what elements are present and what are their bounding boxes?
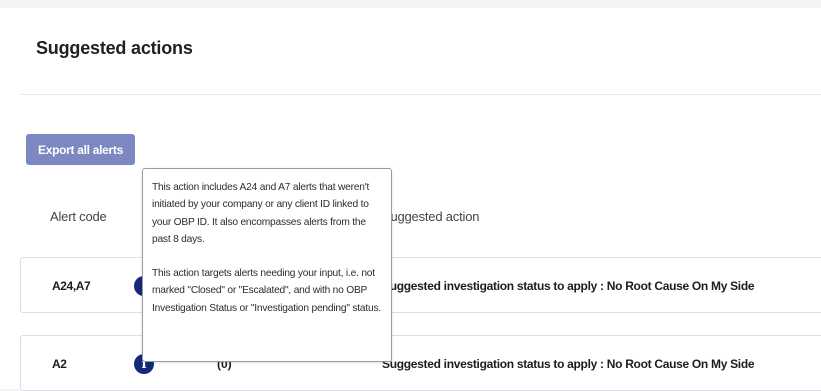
column-header-suggested-action: Suggested action — [382, 209, 480, 224]
divider — [20, 94, 821, 95]
alert-code: A2 — [52, 357, 67, 371]
info-tooltip: This action includes A24 and A7 alerts t… — [142, 168, 392, 362]
table-row: A2 i (0) Suggested investigation status … — [20, 335, 821, 391]
suggested-actions-panel: Suggested actions Export all alerts Aler… — [0, 8, 821, 391]
tooltip-paragraph: This action includes A24 and A7 alerts t… — [152, 182, 370, 245]
alert-code: A24,A7 — [52, 279, 91, 293]
tooltip-paragraph: This action targets alerts needing your … — [152, 268, 381, 314]
suggested-action-text: Suggested investigation status to apply … — [382, 279, 755, 293]
export-all-alerts-button[interactable]: Export all alerts — [26, 134, 135, 165]
suggested-action-text: Suggested investigation status to apply … — [382, 357, 755, 371]
section-title: Suggested actions — [36, 38, 193, 58]
column-header-alert-code: Alert code — [50, 209, 107, 224]
table-row: A24,A7 i Suggested investigation status … — [20, 257, 821, 313]
